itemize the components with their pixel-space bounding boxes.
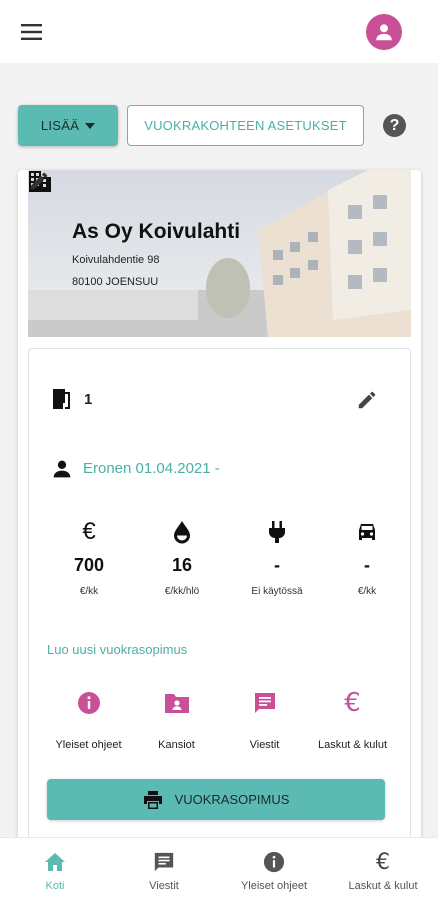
person-icon	[53, 460, 71, 478]
caret-down-icon	[85, 122, 96, 129]
stat-electricity: - Ei käytössä	[237, 519, 317, 597]
stat-water: 16 €/kk/hlö	[142, 519, 222, 597]
shortcut-label: Laskut & kulut	[317, 739, 388, 751]
message-icon	[217, 689, 312, 717]
car-icon	[327, 519, 407, 545]
account-avatar-button[interactable]	[366, 14, 402, 50]
nav-messages[interactable]: Viestit	[114, 850, 214, 892]
property-street: Koivulahdentie 98	[72, 254, 160, 266]
printer-icon	[143, 790, 162, 809]
app-bar	[0, 0, 438, 63]
nav-home[interactable]: Koti	[5, 850, 105, 892]
stat-parking: - €/kk	[327, 519, 407, 597]
lisaa-dropdown-button[interactable]: LISÄÄ	[18, 105, 118, 146]
message-icon	[114, 850, 214, 874]
edit-unit-icon[interactable]	[356, 389, 378, 411]
shortcut-folders[interactable]: Kansiot	[129, 689, 224, 751]
euro-icon: €	[376, 849, 390, 875]
door-icon	[53, 389, 70, 409]
info-icon	[41, 689, 136, 717]
water-drop-icon	[142, 519, 222, 545]
stat-unit: €/kk	[357, 586, 377, 597]
print-contract-button[interactable]: VUOKRASOPIMUS	[47, 779, 385, 820]
account-icon	[376, 24, 392, 41]
bottom-navigation: Koti Viestit Yleiset ohjeet € Laskut & k…	[0, 837, 438, 900]
shortcut-general-instructions[interactable]: Yleiset ohjeet	[41, 689, 136, 751]
shortcut-label: Viestit	[249, 739, 280, 751]
stat-unit: €/kk/hlö	[164, 586, 200, 597]
shortcut-messages[interactable]: Viestit	[217, 689, 312, 751]
nav-label: Viestit	[149, 880, 179, 892]
stat-rent: € 700 €/kk	[49, 518, 129, 597]
property-city: 80100 JOENSUU	[72, 276, 159, 288]
folder-person-icon	[129, 689, 224, 717]
property-hero-image: As Oy Koivulahti Koivulahdentie 98 80100…	[28, 170, 411, 337]
euro-icon: €	[82, 518, 96, 545]
nav-label: Yleiset ohjeet	[240, 880, 308, 892]
action-bar: LISÄÄ VUOKRAKOHTEEN ASETUKSET ?	[18, 105, 418, 147]
nav-general-instructions[interactable]: Yleiset ohjeet	[224, 850, 324, 892]
shortcut-invoices[interactable]: € Laskut & kulut	[305, 688, 400, 751]
edit-property-icon[interactable]	[28, 170, 50, 192]
stat-value: 700	[73, 555, 105, 575]
help-icon[interactable]: ?	[383, 114, 406, 137]
stat-unit: Ei käytössä	[251, 586, 303, 597]
unit-details: 1 Eronen 01.04.2021 - € 700 €/kk 16 €/kk…	[28, 348, 411, 868]
shortcut-label: Yleiset ohjeet	[55, 739, 122, 751]
plug-icon	[237, 519, 317, 545]
nav-label: Laskut & kulut	[348, 880, 418, 892]
lisaa-label: LISÄÄ	[40, 118, 80, 133]
stat-value: 16	[171, 555, 193, 575]
print-contract-label: VUOKRASOPIMUS	[174, 792, 290, 807]
new-contract-link[interactable]: Luo uusi vuokrasopimus	[47, 642, 187, 657]
tenant-link[interactable]: Eronen 01.04.2021 -	[83, 460, 220, 477]
nav-invoices[interactable]: € Laskut & kulut	[333, 849, 433, 893]
hamburger-menu-icon[interactable]	[20, 22, 44, 42]
stat-unit: €/kk	[79, 586, 99, 597]
property-settings-label: VUOKRAKOHTEEN ASETUKSET	[144, 118, 347, 133]
property-settings-button[interactable]: VUOKRAKOHTEEN ASETUKSET	[127, 105, 364, 146]
shortcut-grid: Yleiset ohjeet Kansiot Viestit € Laskut …	[41, 688, 401, 759]
home-icon	[5, 850, 105, 874]
stat-value: -	[274, 555, 280, 575]
nav-label: Koti	[45, 880, 65, 892]
stat-value: -	[364, 555, 370, 575]
unit-number: 1	[84, 391, 93, 408]
shortcut-label: Kansiot	[158, 739, 195, 751]
euro-icon: €	[344, 688, 361, 718]
info-icon	[224, 850, 324, 874]
property-name: As Oy Koivulahti	[72, 220, 241, 243]
property-card: As Oy Koivulahti Koivulahdentie 98 80100…	[18, 170, 421, 870]
unit-stats: € 700 €/kk 16 €/kk/hlö - Ei käytössä - €…	[39, 518, 399, 609]
